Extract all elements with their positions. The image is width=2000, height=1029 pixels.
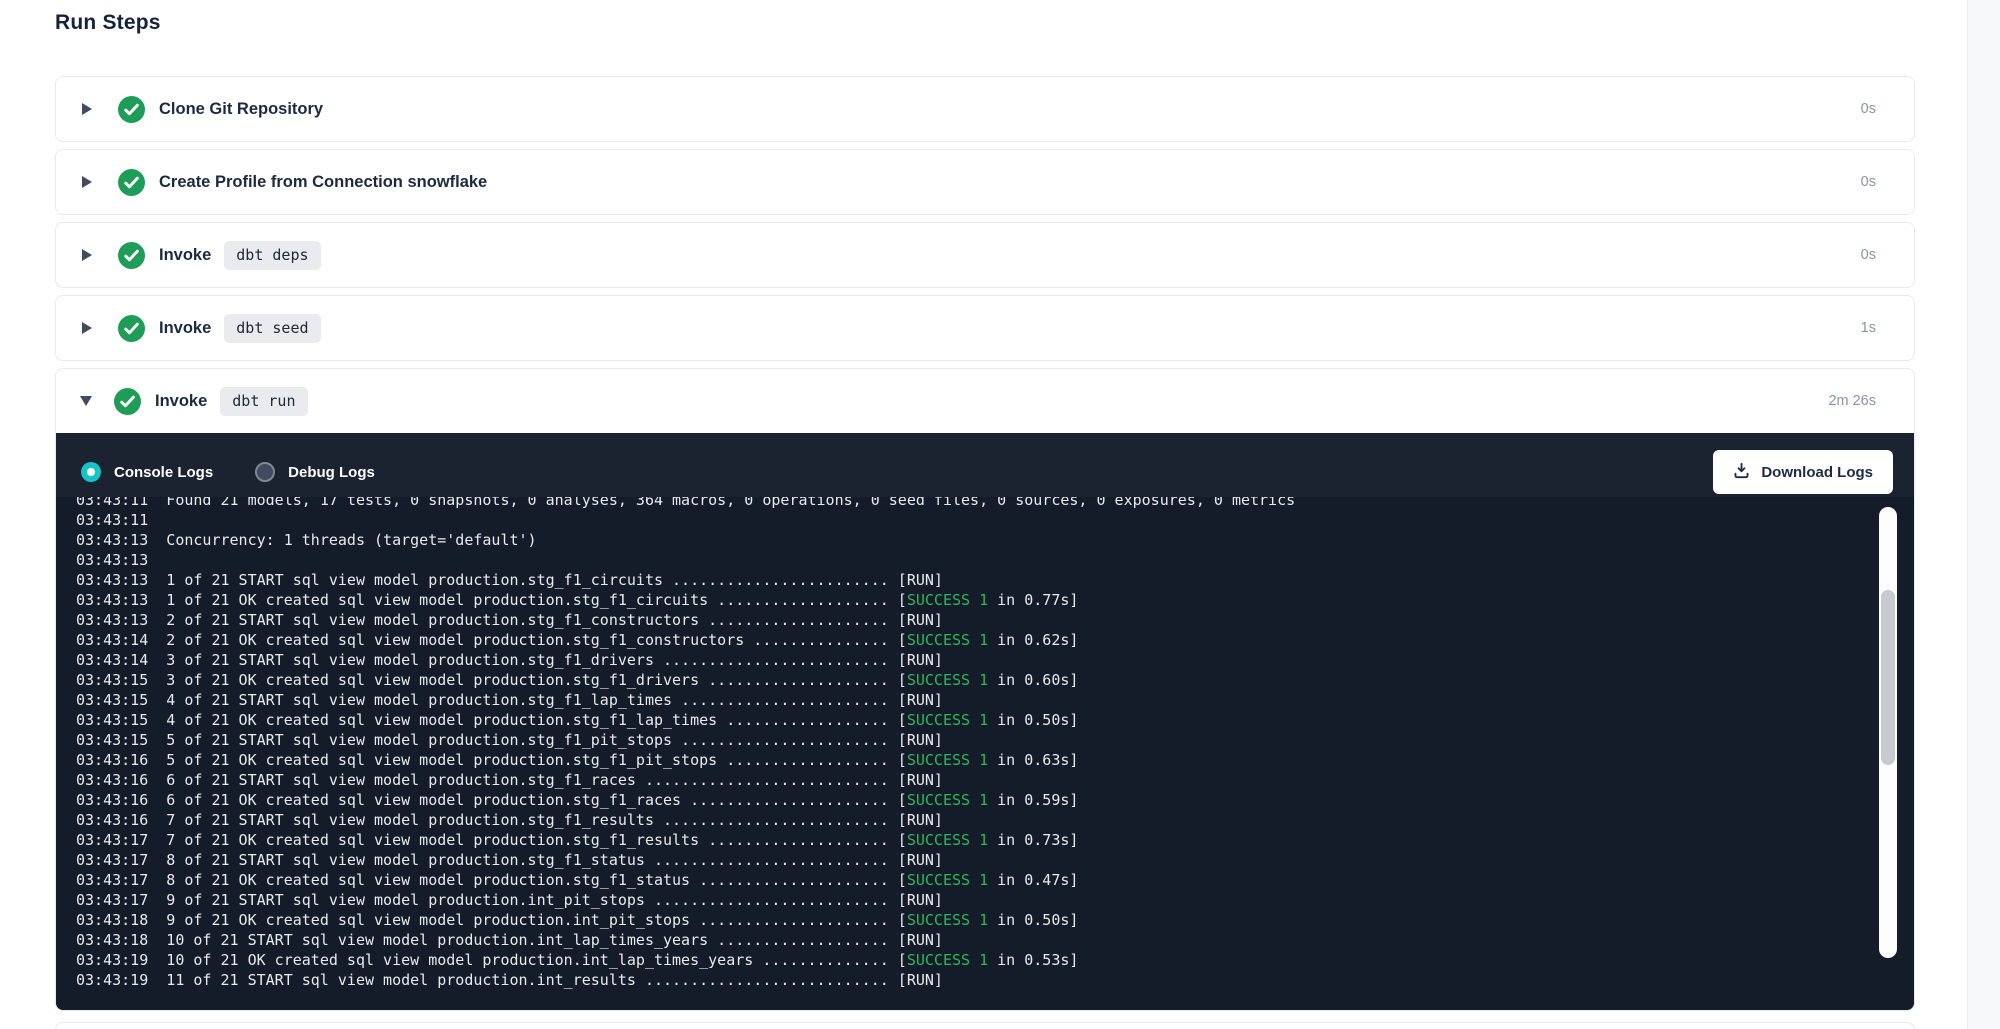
log-status-success: SUCCESS 1 [907, 711, 988, 729]
log-line: 03:43:19 11 of 21 START sql view model p… [76, 970, 1914, 990]
step-row[interactable]: Invoke dbt seed 1s [56, 296, 1914, 360]
log-status-success: SUCCESS 1 [907, 751, 988, 769]
log-line: 03:43:19 10 of 21 OK created sql view mo… [76, 950, 1914, 970]
step-label: Create Profile from Connection snowflake [159, 173, 487, 192]
log-line: 03:43:18 9 of 21 OK created sql view mod… [76, 910, 1914, 930]
step-command-badge: dbt deps [224, 241, 320, 270]
log-scrollbar-track[interactable] [1879, 507, 1897, 958]
log-line: 03:43:16 7 of 21 START sql view model pr… [76, 810, 1914, 830]
log-status-success: SUCCESS 1 [907, 951, 988, 969]
log-status-success: SUCCESS 1 [907, 631, 988, 649]
chevron-right-icon[interactable] [82, 322, 92, 334]
console-log-output: 03:43:11 Found 21 models, 17 tests, 0 sn… [56, 497, 1914, 990]
log-panel-controls: Console Logs Debug Logs Download Logs [56, 433, 1914, 497]
run-step-card: Clone Git Repository 0s [55, 76, 1915, 142]
log-status-success: SUCCESS 1 [907, 791, 988, 809]
step-label: Invoke [155, 392, 207, 411]
log-line: 03:43:14 3 of 21 START sql view model pr… [76, 650, 1914, 670]
step-duration: 0s [1861, 101, 1876, 117]
log-scrollbar-thumb[interactable] [1881, 590, 1895, 765]
log-line: 03:43:13 2 of 21 START sql view model pr… [76, 610, 1914, 630]
status-success-icon [118, 242, 145, 269]
log-status-success: SUCCESS 1 [907, 831, 988, 849]
log-line: 03:43:13 1 of 21 START sql view model pr… [76, 570, 1914, 590]
log-line: 03:43:17 9 of 21 START sql view model pr… [76, 890, 1914, 910]
radio-unselected-icon[interactable] [255, 462, 275, 482]
log-viewport: 03:43:11 Found 21 models, 17 tests, 0 sn… [56, 497, 1914, 1010]
log-line: 03:43:18 10 of 21 START sql view model p… [76, 930, 1914, 950]
log-line: 03:43:13 1 of 21 OK created sql view mod… [76, 590, 1914, 610]
run-step-card-expanded: Invoke dbt run 2m 26s Console Logs Debug… [55, 368, 1915, 1011]
step-row[interactable]: Create Profile from Connection snowflake… [56, 150, 1914, 214]
page-title: Run Steps [55, 11, 161, 35]
download-logs-label: Download Logs [1761, 464, 1873, 481]
log-line: 03:43:17 7 of 21 OK created sql view mod… [76, 830, 1914, 850]
step-label: Invoke [159, 246, 211, 265]
step-duration: 1s [1861, 320, 1876, 336]
status-success-icon [118, 315, 145, 342]
step-duration: 0s [1861, 174, 1876, 190]
log-line: 03:43:16 5 of 21 OK created sql view mod… [76, 750, 1914, 770]
log-panel: Console Logs Debug Logs Download Logs [56, 433, 1914, 1010]
run-steps-list: Clone Git Repository0sCreate Profile fro… [55, 76, 1915, 1018]
log-status-success: SUCCESS 1 [907, 911, 988, 929]
status-success-icon [118, 96, 145, 123]
log-line: 03:43:13 [76, 550, 1914, 570]
page-right-gutter [1967, 0, 2000, 1029]
chevron-right-icon[interactable] [82, 103, 92, 115]
chevron-right-icon[interactable] [82, 249, 92, 261]
step-label: Invoke [159, 319, 211, 338]
log-line: 03:43:14 2 of 21 OK created sql view mod… [76, 630, 1914, 650]
step-row-invoke-dbt-run[interactable]: Invoke dbt run 2m 26s [56, 369, 1914, 433]
chevron-right-icon[interactable] [82, 176, 92, 188]
log-line: 03:43:11 [76, 510, 1914, 530]
step-duration: 2m 26s [1828, 393, 1876, 409]
step-row[interactable]: Invoke dbt deps 0s [56, 223, 1914, 287]
debug-logs-radio[interactable]: Debug Logs [255, 462, 375, 482]
step-row[interactable]: Clone Git Repository 0s [56, 77, 1914, 141]
chevron-down-icon[interactable] [80, 396, 92, 406]
log-line: 03:43:15 3 of 21 OK created sql view mod… [76, 670, 1914, 690]
log-line: 03:43:15 4 of 21 OK created sql view mod… [76, 710, 1914, 730]
log-status-success: SUCCESS 1 [907, 671, 988, 689]
next-card-partial [55, 1022, 1915, 1029]
log-line: 03:43:16 6 of 21 OK created sql view mod… [76, 790, 1914, 810]
log-status-success: SUCCESS 1 [907, 871, 988, 889]
log-line: 03:43:16 6 of 21 START sql view model pr… [76, 770, 1914, 790]
download-icon [1733, 462, 1750, 483]
status-success-icon [118, 169, 145, 196]
log-line: 03:43:15 4 of 21 START sql view model pr… [76, 690, 1914, 710]
step-label: Clone Git Repository [159, 100, 323, 119]
step-command-badge: dbt seed [224, 314, 320, 343]
console-logs-label: Console Logs [114, 464, 213, 481]
status-success-icon [114, 388, 141, 415]
step-command-badge: dbt run [220, 387, 307, 416]
download-logs-button[interactable]: Download Logs [1713, 450, 1893, 494]
console-logs-radio[interactable]: Console Logs [81, 462, 213, 482]
log-line: 03:43:15 5 of 21 START sql view model pr… [76, 730, 1914, 750]
log-line: 03:43:11 Found 21 models, 17 tests, 0 sn… [76, 497, 1914, 510]
run-step-card: Invoke dbt deps 0s [55, 222, 1915, 288]
log-line: 03:43:13 Concurrency: 1 threads (target=… [76, 530, 1914, 550]
radio-selected-icon[interactable] [81, 462, 101, 482]
log-line: 03:43:17 8 of 21 START sql view model pr… [76, 850, 1914, 870]
run-step-card: Create Profile from Connection snowflake… [55, 149, 1915, 215]
step-duration: 0s [1861, 247, 1876, 263]
log-status-success: SUCCESS 1 [907, 591, 988, 609]
debug-logs-label: Debug Logs [288, 464, 375, 481]
run-step-card: Invoke dbt seed 1s [55, 295, 1915, 361]
log-line: 03:43:17 8 of 21 OK created sql view mod… [76, 870, 1914, 890]
